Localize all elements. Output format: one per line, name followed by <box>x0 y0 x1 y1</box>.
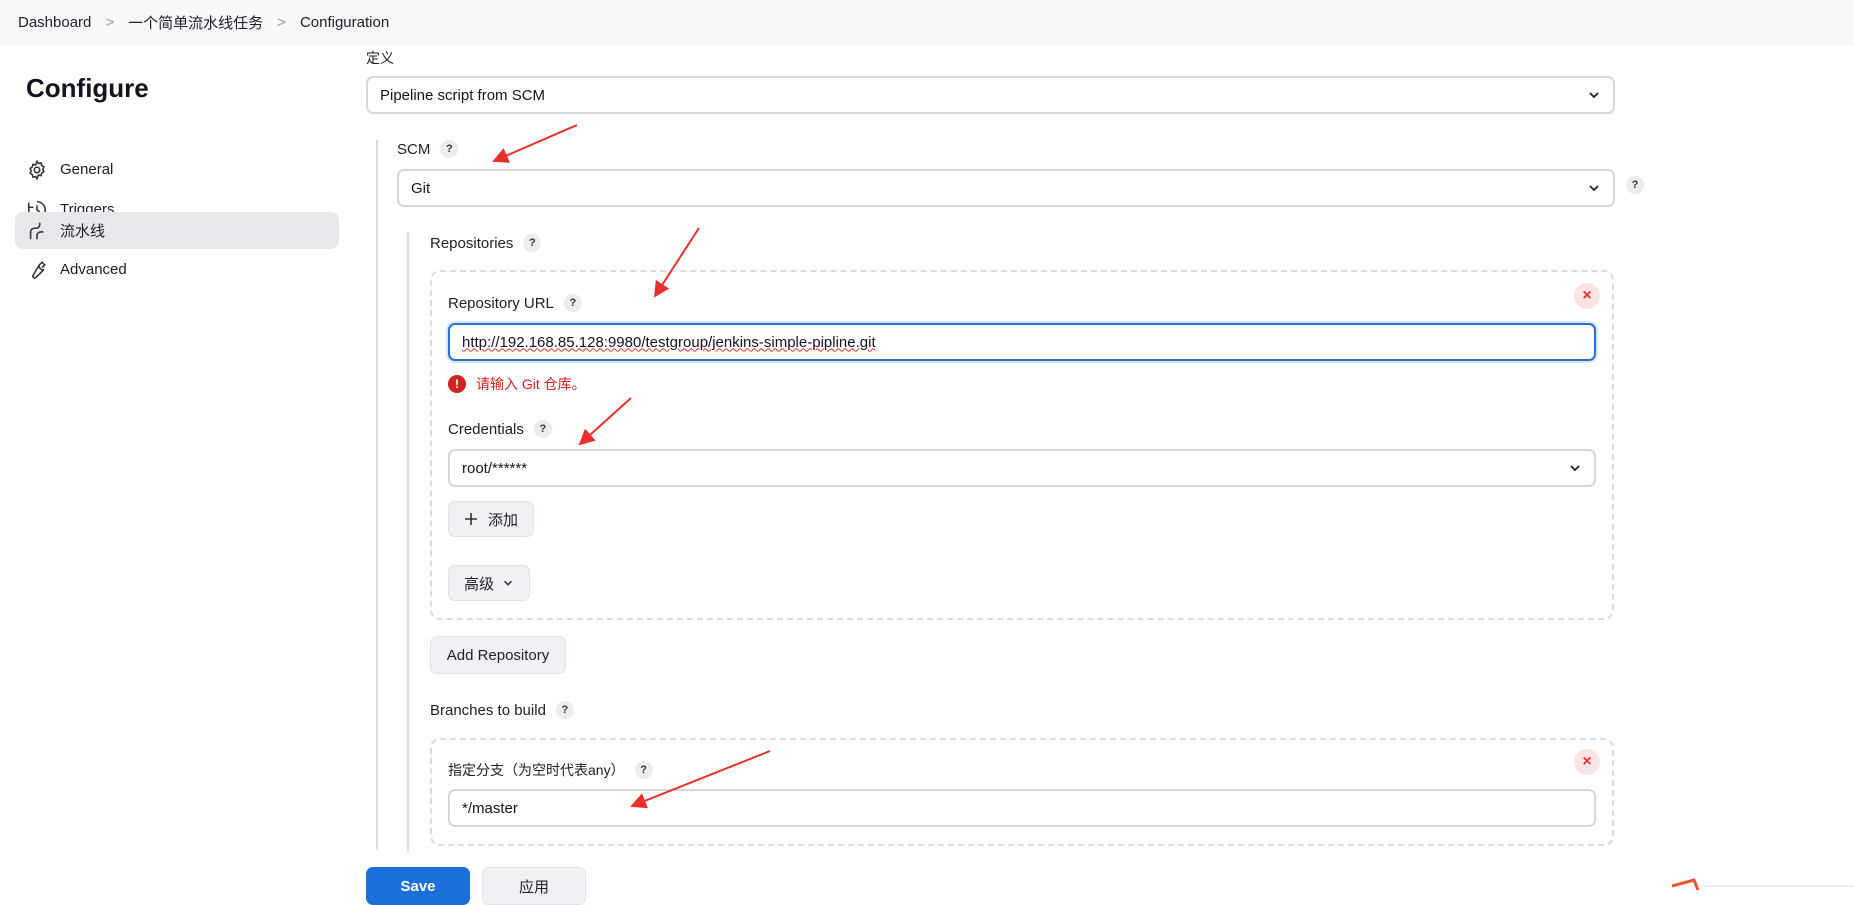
pipeline-config-form: 定义 Pipeline script from SCM SCM ? Git ? … <box>0 0 1854 905</box>
annotation-arrow <box>578 397 632 446</box>
annotation-arrow <box>492 124 578 163</box>
annotation-arrow <box>630 750 771 809</box>
annotation-arrow <box>653 227 700 298</box>
annotation-mark <box>1671 878 1700 890</box>
annotation-arrows <box>492 124 1854 890</box>
